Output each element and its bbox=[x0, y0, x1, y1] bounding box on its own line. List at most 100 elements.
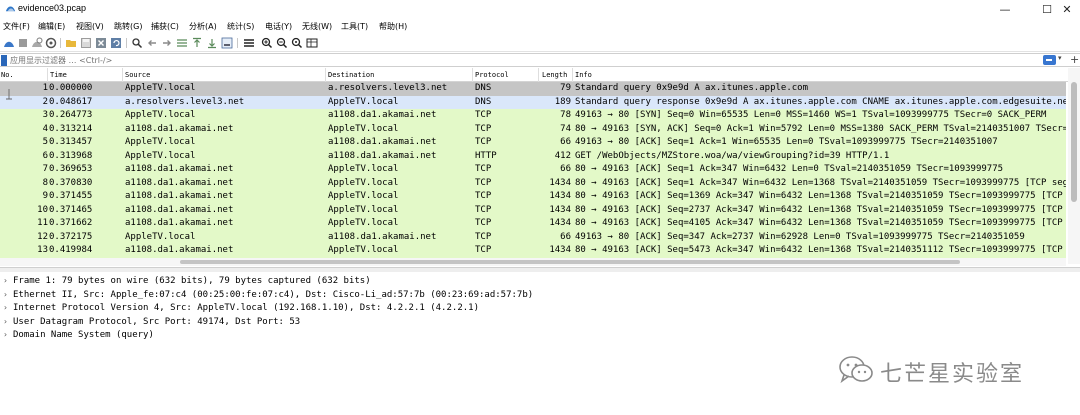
title-bar: evidence03.pcap — ☐ ✕ bbox=[0, 0, 1080, 18]
expand-arrow-icon[interactable]: › bbox=[3, 317, 8, 326]
column-header-protocol[interactable]: Protocol bbox=[475, 71, 509, 79]
go-last-icon[interactable] bbox=[206, 37, 218, 49]
detail-tree-item-ethernet[interactable]: › Ethernet II, Src: Apple_fe:07:c4 (00:2… bbox=[0, 289, 1080, 303]
detail-tree-item-udp[interactable]: › User Datagram Protocol, Src Port: 4917… bbox=[0, 316, 1080, 330]
colorize-icon[interactable] bbox=[243, 37, 255, 49]
packet-length: 66 bbox=[560, 137, 571, 147]
packet-list-vertical-scrollbar[interactable] bbox=[1068, 68, 1080, 264]
column-divider[interactable] bbox=[325, 68, 326, 82]
menu-statistics[interactable]: 统计(S) bbox=[227, 21, 254, 32]
packet-no: 12 bbox=[37, 231, 48, 242]
packet-source: a1108.da1.akamai.net bbox=[125, 245, 234, 255]
resize-columns-icon[interactable] bbox=[306, 37, 318, 49]
menu-help[interactable]: 帮助(H) bbox=[379, 21, 407, 32]
packet-length: 1434 bbox=[549, 245, 571, 255]
packet-row[interactable]: 13 0.419984 a1108.da1.akamai.net AppleTV… bbox=[0, 244, 1066, 258]
packet-source: AppleTV.local bbox=[125, 83, 196, 93]
expand-arrow-icon[interactable]: › bbox=[3, 276, 8, 285]
filter-history-dropdown-icon[interactable]: ▾ bbox=[1058, 54, 1066, 66]
menu-telephony[interactable]: 电话(Y) bbox=[265, 21, 292, 32]
menu-wireless[interactable]: 无线(W) bbox=[302, 21, 332, 32]
zoom-in-icon[interactable] bbox=[261, 37, 273, 49]
menu-bar: 文件(F) 编辑(E) 视图(V) 跳转(G) 捕获(C) 分析(A) 统计(S… bbox=[0, 18, 1080, 34]
packet-row[interactable]: 3 0.264773 AppleTV.local a1108.da1.akama… bbox=[0, 109, 1066, 123]
packet-row[interactable]: 1 0.000000 AppleTV.local a.resolvers.lev… bbox=[0, 82, 1066, 96]
packet-source: a1108.da1.akamai.net bbox=[125, 191, 234, 201]
column-divider[interactable] bbox=[538, 68, 539, 82]
packet-row[interactable]: 8 0.370830 a1108.da1.akamai.net AppleTV.… bbox=[0, 176, 1066, 190]
go-back-icon[interactable] bbox=[146, 37, 158, 49]
stop-capture-icon[interactable] bbox=[17, 37, 29, 49]
packet-source: a1108.da1.akamai.net bbox=[125, 204, 234, 215]
save-file-icon[interactable] bbox=[80, 37, 92, 49]
apply-filter-button[interactable] bbox=[1043, 55, 1056, 65]
menu-view[interactable]: 视图(V) bbox=[76, 21, 104, 32]
packet-no: 13 bbox=[37, 245, 48, 255]
scrollbar-thumb[interactable] bbox=[180, 260, 960, 264]
packet-row[interactable]: 9 0.371455 a1108.da1.akamai.net AppleTV.… bbox=[0, 190, 1066, 204]
detail-tree-item-dns[interactable]: › Domain Name System (query) bbox=[0, 329, 1080, 343]
zoom-normal-icon[interactable] bbox=[291, 37, 303, 49]
go-to-packet-icon[interactable] bbox=[176, 37, 188, 49]
close-button[interactable]: ✕ bbox=[1052, 0, 1080, 18]
column-divider[interactable] bbox=[47, 68, 48, 82]
column-header-info[interactable]: Info bbox=[575, 71, 592, 79]
packet-row[interactable]: 7 0.369653 a1108.da1.akamai.net AppleTV.… bbox=[0, 163, 1066, 177]
reload-file-icon[interactable] bbox=[110, 37, 122, 49]
menu-go[interactable]: 跳转(G) bbox=[114, 21, 142, 32]
find-packet-icon[interactable] bbox=[131, 37, 143, 49]
column-header-no[interactable]: No. bbox=[1, 71, 14, 79]
column-header-source[interactable]: Source bbox=[125, 71, 150, 79]
menu-capture[interactable]: 捕获(C) bbox=[151, 21, 179, 32]
detail-tree-item-frame[interactable]: › Frame 1: 79 bytes on wire (632 bits), … bbox=[0, 275, 1080, 289]
packet-length: 79 bbox=[560, 83, 571, 93]
packet-info: 80 → 49163 [SYN, ACK] Seq=0 Ack=1 Win=57… bbox=[575, 123, 1066, 134]
start-capture-icon[interactable] bbox=[3, 37, 15, 49]
column-divider[interactable] bbox=[572, 68, 573, 82]
display-filter-input[interactable] bbox=[10, 54, 1040, 66]
go-first-icon[interactable] bbox=[191, 37, 203, 49]
expand-arrow-icon[interactable]: › bbox=[3, 303, 8, 312]
menu-analyze[interactable]: 分析(A) bbox=[189, 21, 217, 32]
packet-source: AppleTV.local bbox=[125, 137, 196, 147]
detail-tree-item-ipv4[interactable]: › Internet Protocol Version 4, Src: Appl… bbox=[0, 302, 1080, 316]
packet-no: 3 bbox=[42, 110, 48, 120]
go-forward-icon[interactable] bbox=[161, 37, 173, 49]
column-divider[interactable] bbox=[122, 68, 123, 82]
packet-row[interactable]: 4 0.313214 a1108.da1.akamai.net AppleTV.… bbox=[0, 122, 1066, 136]
scrollbar-thumb[interactable] bbox=[1071, 82, 1077, 202]
filter-bookmark-icon[interactable] bbox=[1, 55, 7, 66]
minimize-button[interactable]: — bbox=[990, 0, 1020, 18]
packet-row[interactable]: 10 0.371465 a1108.da1.akamai.net AppleTV… bbox=[0, 203, 1066, 217]
restart-capture-icon[interactable] bbox=[31, 37, 43, 49]
menu-tools[interactable]: 工具(T) bbox=[341, 21, 368, 32]
packet-destination: AppleTV.local bbox=[328, 218, 399, 228]
packet-row[interactable]: 6 0.313968 AppleTV.local a1108.da1.akama… bbox=[0, 149, 1066, 163]
menu-edit[interactable]: 编辑(E) bbox=[38, 21, 65, 32]
packet-row[interactable]: 12 0.372175 AppleTV.local a1108.da1.akam… bbox=[0, 230, 1066, 244]
packet-destination: a.resolvers.level3.net bbox=[328, 83, 448, 93]
autoscroll-icon[interactable] bbox=[221, 37, 233, 49]
capture-options-icon[interactable] bbox=[45, 37, 57, 49]
packet-destination: a1108.da1.akamai.net bbox=[328, 137, 437, 147]
packet-row[interactable]: 5 0.313457 AppleTV.local a1108.da1.akama… bbox=[0, 136, 1066, 150]
packet-destination: a1108.da1.akamai.net bbox=[328, 150, 437, 161]
packet-info: 49163 → 80 [ACK] Seq=1 Ack=1 Win=65535 L… bbox=[575, 137, 998, 147]
menu-file[interactable]: 文件(F) bbox=[3, 21, 30, 32]
expand-arrow-icon[interactable]: › bbox=[3, 290, 8, 299]
packet-list-horizontal-scrollbar[interactable] bbox=[0, 258, 1066, 266]
close-file-icon[interactable] bbox=[95, 37, 107, 49]
packet-row[interactable]: 11 0.371662 a1108.da1.akamai.net AppleTV… bbox=[0, 217, 1066, 231]
zoom-out-icon[interactable] bbox=[276, 37, 288, 49]
column-divider[interactable] bbox=[472, 68, 473, 82]
column-header-time[interactable]: Time bbox=[50, 71, 67, 79]
column-header-destination[interactable]: Destination bbox=[328, 71, 374, 79]
packet-row[interactable]: 2 0.048617 a.resolvers.level3.net AppleT… bbox=[0, 95, 1066, 109]
column-header-length[interactable]: Length bbox=[542, 71, 567, 79]
open-file-icon[interactable] bbox=[65, 37, 77, 49]
packet-details-pane: › Frame 1: 79 bytes on wire (632 bits), … bbox=[0, 272, 1080, 415]
add-filter-button-icon[interactable]: + bbox=[1070, 53, 1080, 66]
main-toolbar bbox=[0, 35, 1080, 52]
expand-arrow-icon[interactable]: › bbox=[3, 330, 8, 339]
packet-time: 0.370830 bbox=[49, 177, 93, 188]
